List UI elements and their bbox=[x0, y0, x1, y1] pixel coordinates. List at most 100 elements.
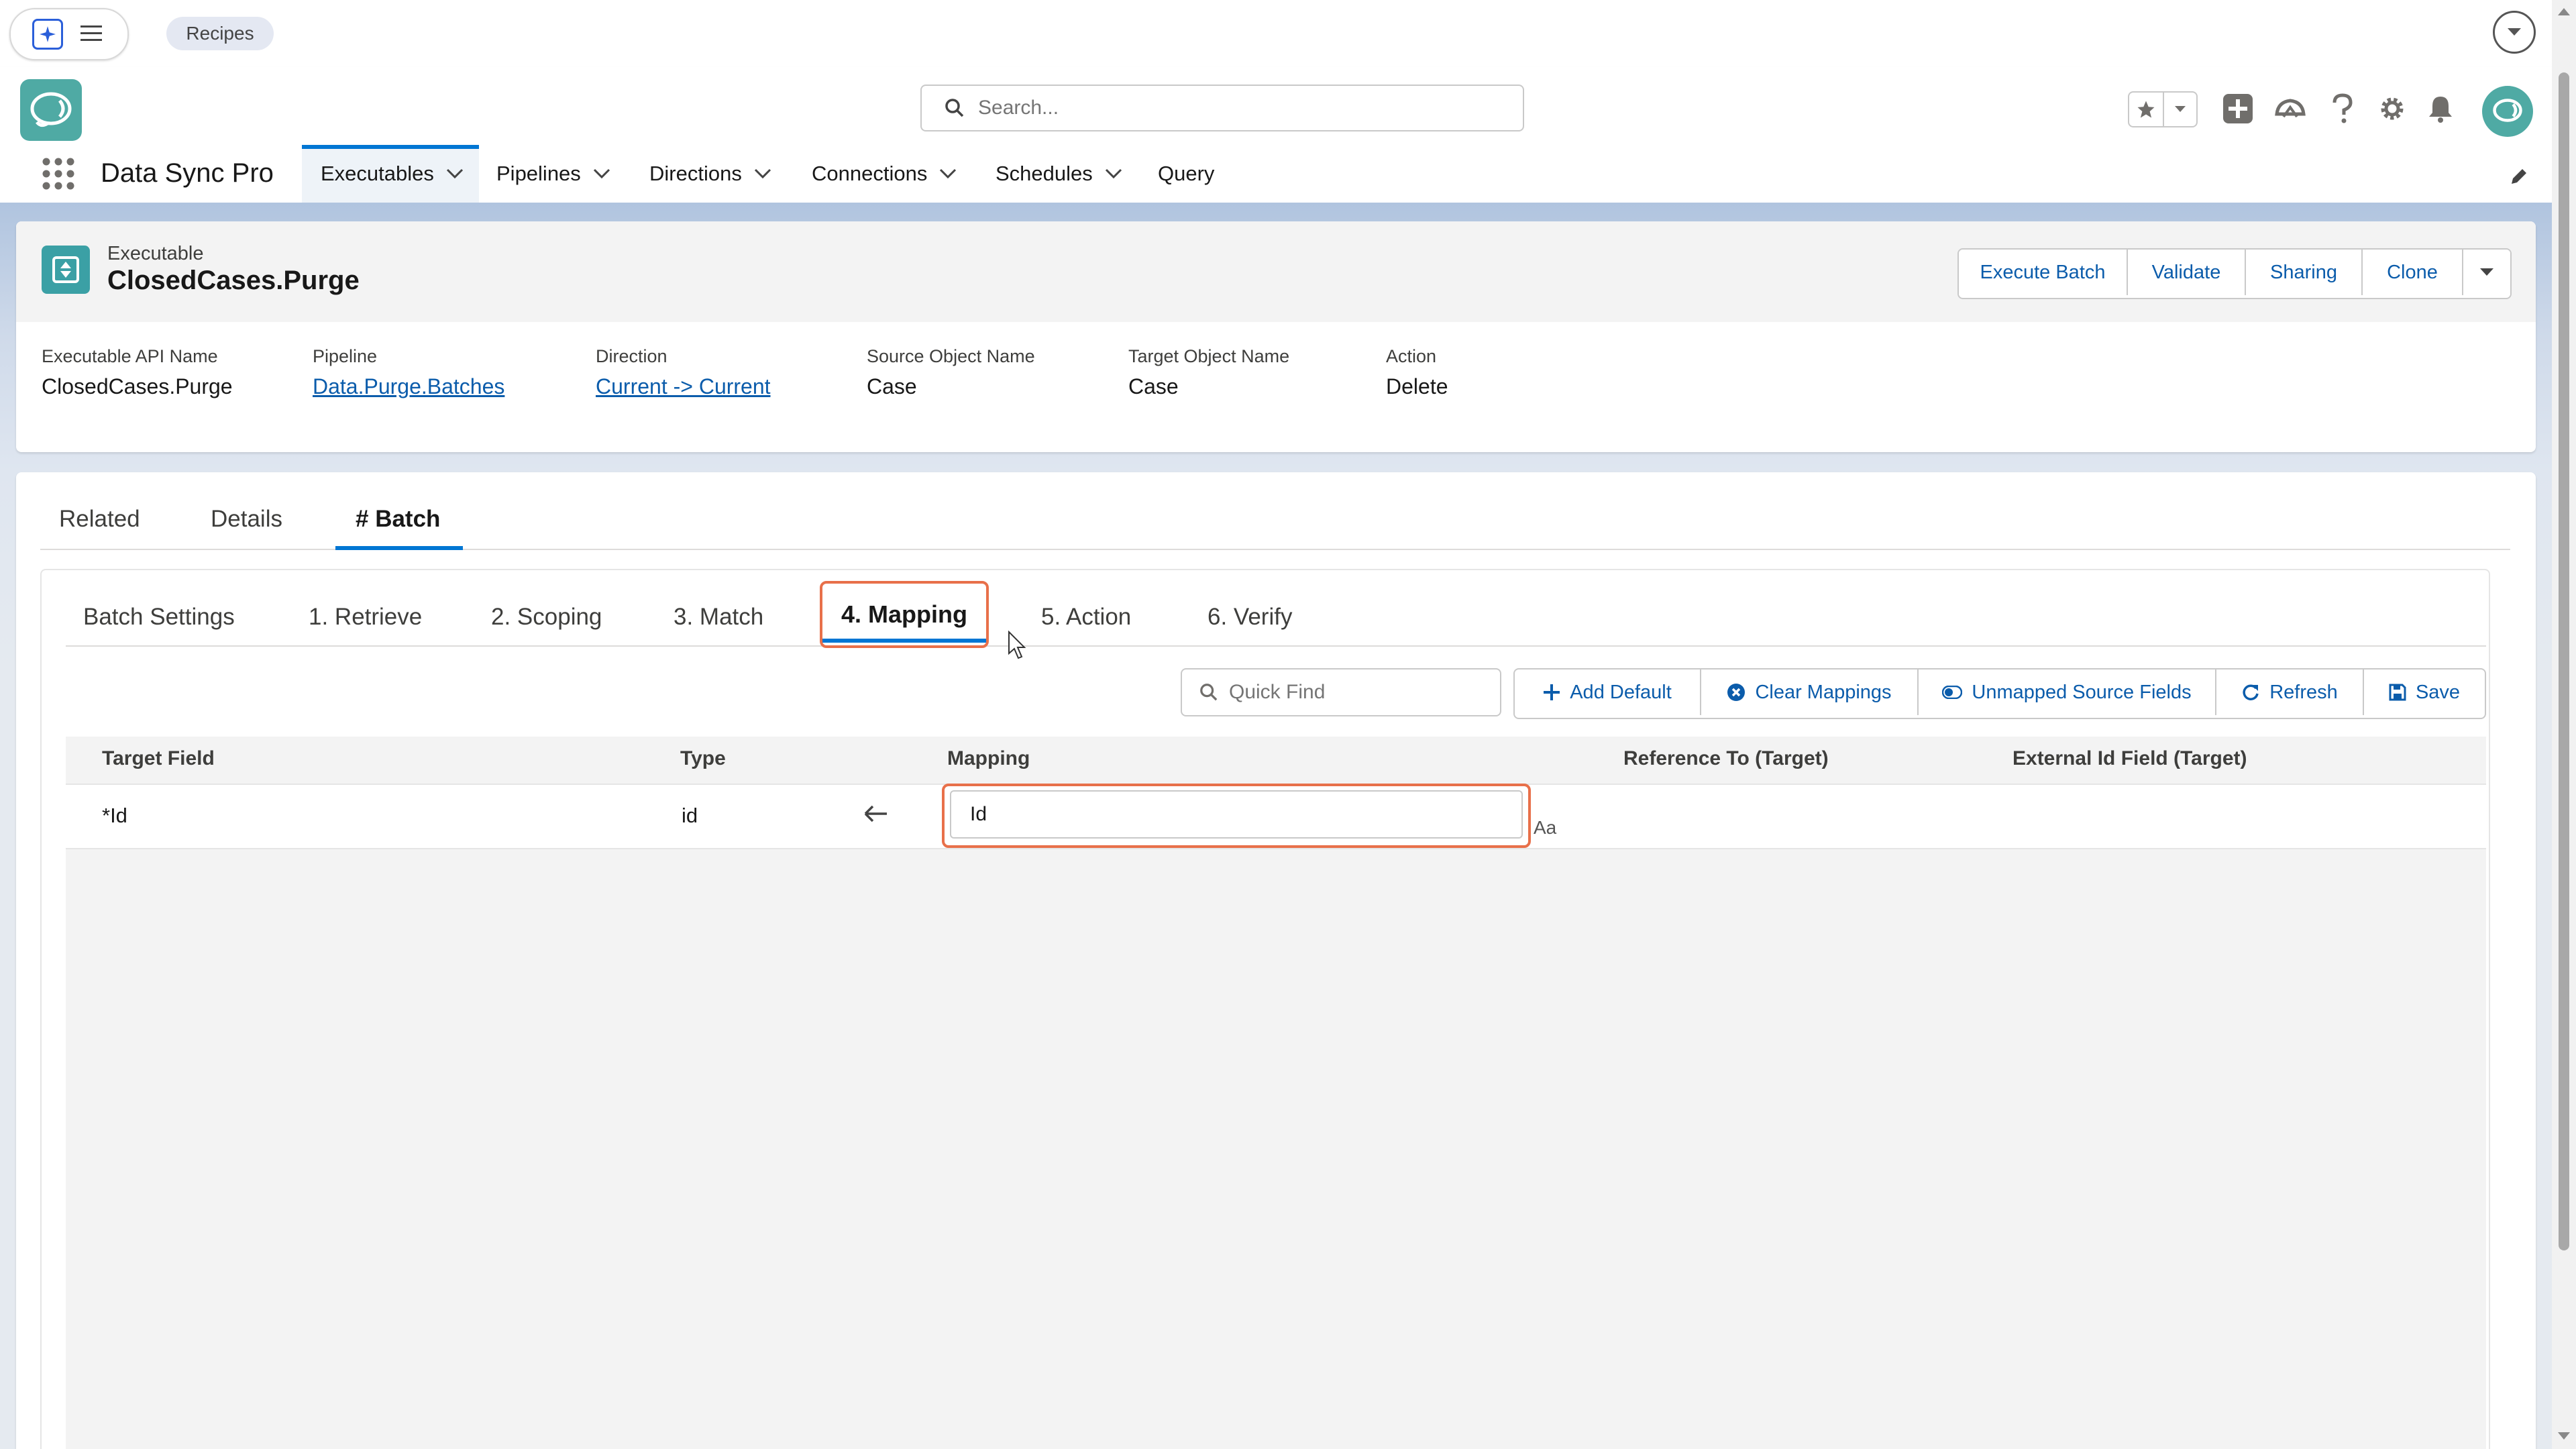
record-object-label: Executable bbox=[107, 243, 204, 264]
unmapped-source-fields-button[interactable]: Unmapped Source Fields bbox=[1919, 669, 2216, 715]
field-value-target-object: Case bbox=[1128, 374, 1179, 398]
pipeline-link[interactable]: Data.Purge.Batches bbox=[313, 374, 504, 399]
clear-mappings-button[interactable]: Clear Mappings bbox=[1701, 669, 1919, 715]
app-launcher-pill[interactable] bbox=[9, 8, 129, 60]
column-header-target-field[interactable]: Target Field bbox=[102, 747, 215, 770]
refresh-button[interactable]: Refresh bbox=[2216, 669, 2364, 715]
tab-mapping[interactable]: 4. Mapping bbox=[820, 581, 989, 648]
nav-item-executables[interactable]: Executables bbox=[321, 145, 464, 203]
tab-related[interactable]: Related bbox=[59, 506, 140, 533]
tab-batch[interactable]: # Batch bbox=[356, 506, 440, 533]
global-search[interactable] bbox=[920, 85, 1524, 131]
validate-button[interactable]: Validate bbox=[2128, 250, 2246, 295]
save-button[interactable]: Save bbox=[2364, 669, 2485, 715]
column-header-type[interactable]: Type bbox=[680, 747, 726, 770]
quick-find-input[interactable] bbox=[1228, 680, 1485, 704]
favorites-menu-chevron-icon[interactable] bbox=[2164, 93, 2196, 126]
add-default-button[interactable]: Add Default bbox=[1515, 669, 1701, 715]
nav-item-pipelines[interactable]: Pipelines bbox=[496, 145, 610, 203]
scroll-up-arrow-icon[interactable] bbox=[2557, 7, 2571, 16]
table-empty-area bbox=[66, 849, 2486, 1449]
column-header-reference-to[interactable]: Reference To (Target) bbox=[1623, 747, 1829, 770]
field-label: Target Object Name bbox=[1128, 346, 1290, 366]
favorites-group[interactable] bbox=[2128, 91, 2198, 127]
refresh-label: Refresh bbox=[2269, 681, 2338, 703]
app-logo bbox=[20, 79, 82, 141]
direction-link[interactable]: Current -> Current bbox=[596, 374, 771, 399]
field-value-api-name: ClosedCases.Purge bbox=[42, 374, 233, 398]
scroll-down-arrow-icon[interactable] bbox=[2557, 1432, 2571, 1441]
scrollbar-thumb[interactable] bbox=[2559, 72, 2569, 1250]
tab-verify[interactable]: 6. Verify bbox=[1208, 604, 1292, 631]
nav-item-label: Schedules bbox=[996, 162, 1093, 185]
refresh-icon bbox=[2241, 683, 2260, 702]
user-avatar[interactable] bbox=[2482, 86, 2533, 137]
nav-item-label: Executables bbox=[321, 162, 434, 185]
tab-retrieve[interactable]: 1. Retrieve bbox=[309, 604, 422, 631]
help-icon[interactable] bbox=[2324, 90, 2361, 127]
mouse-cursor-icon bbox=[1008, 631, 1026, 660]
search-input[interactable] bbox=[977, 96, 1489, 120]
unmapped-source-fields-label: Unmapped Source Fields bbox=[1972, 681, 2192, 703]
more-actions-chevron-icon[interactable] bbox=[2463, 250, 2510, 295]
cell-target-field: *Id bbox=[102, 804, 127, 827]
tab-scoping[interactable]: 2. Scoping bbox=[491, 604, 602, 631]
recipes-tag[interactable]: Recipes bbox=[166, 17, 274, 50]
tab-details[interactable]: Details bbox=[211, 506, 282, 533]
notifications-bell-icon[interactable] bbox=[2422, 90, 2459, 127]
chevron-down-icon[interactable] bbox=[446, 168, 464, 179]
setup-gear-icon[interactable] bbox=[2373, 90, 2411, 127]
quick-find-field[interactable] bbox=[1181, 668, 1501, 716]
search-icon bbox=[945, 98, 965, 118]
save-floppy-icon bbox=[2389, 684, 2406, 701]
tab-batch-settings[interactable]: Batch Settings bbox=[83, 604, 235, 631]
mapping-toolbar: Add Default Clear Mappings Unmapped Sour… bbox=[1513, 668, 2486, 719]
column-header-mapping[interactable]: Mapping bbox=[947, 747, 1030, 770]
batch-tab-divider bbox=[66, 645, 2486, 647]
record-title: ClosedCases.Purge bbox=[107, 266, 360, 295]
cell-type: id bbox=[682, 804, 698, 827]
executable-object-icon bbox=[42, 246, 90, 294]
save-label: Save bbox=[2415, 681, 2461, 703]
menu-icon[interactable] bbox=[80, 24, 102, 43]
edit-nav-pencil-icon[interactable] bbox=[2509, 166, 2529, 186]
field-value-source-object: Case bbox=[867, 374, 917, 398]
nav-item-label: Connections bbox=[812, 162, 928, 185]
nav-item-label: Directions bbox=[649, 162, 742, 185]
clone-button[interactable]: Clone bbox=[2363, 250, 2463, 295]
mapping-input[interactable] bbox=[950, 790, 1523, 839]
active-tab-underline bbox=[822, 639, 986, 643]
tab-match[interactable]: 3. Match bbox=[674, 604, 763, 631]
execute-batch-button[interactable]: Execute Batch bbox=[1959, 250, 2128, 295]
field-value-action: Delete bbox=[1386, 374, 1448, 398]
tab-action[interactable]: 5. Action bbox=[1041, 604, 1131, 631]
nav-item-label: Pipelines bbox=[496, 162, 581, 185]
sharing-button[interactable]: Sharing bbox=[2246, 250, 2363, 295]
column-header-external-id-field[interactable]: External Id Field (Target) bbox=[2012, 747, 2247, 770]
add-default-label: Add Default bbox=[1570, 681, 1672, 703]
favorites-star-icon[interactable] bbox=[2129, 93, 2164, 126]
chevron-down-icon[interactable] bbox=[2493, 11, 2536, 54]
text-format-icon[interactable]: Aa bbox=[1534, 817, 1556, 839]
chevron-down-icon[interactable] bbox=[1105, 168, 1122, 179]
nav-item-label: Query bbox=[1158, 162, 1215, 185]
trailhead-icon[interactable] bbox=[2271, 90, 2309, 127]
clear-x-circle-icon bbox=[1727, 683, 1746, 702]
arrow-left-icon bbox=[864, 805, 888, 822]
nav-item-query[interactable]: Query bbox=[1158, 145, 1214, 203]
sparkle-icon[interactable] bbox=[32, 19, 63, 50]
record-actions: Execute Batch Validate Sharing Clone bbox=[1957, 248, 2512, 299]
nav-item-directions[interactable]: Directions bbox=[649, 145, 771, 203]
navigation-bar: Executables Pipelines Directions Connect… bbox=[0, 145, 2552, 203]
toggle-icon bbox=[1942, 686, 1963, 699]
add-icon[interactable] bbox=[2219, 90, 2257, 127]
nav-item-schedules[interactable]: Schedules bbox=[996, 145, 1122, 203]
search-icon bbox=[1199, 683, 1218, 702]
chevron-down-icon[interactable] bbox=[593, 168, 610, 179]
chevron-down-icon[interactable] bbox=[754, 168, 771, 179]
chevron-down-icon[interactable] bbox=[939, 168, 957, 179]
recipes-bar bbox=[0, 0, 2576, 66]
field-label: Action bbox=[1386, 346, 1437, 366]
nav-item-connections[interactable]: Connections bbox=[812, 145, 957, 203]
field-label: Pipeline bbox=[313, 346, 378, 366]
